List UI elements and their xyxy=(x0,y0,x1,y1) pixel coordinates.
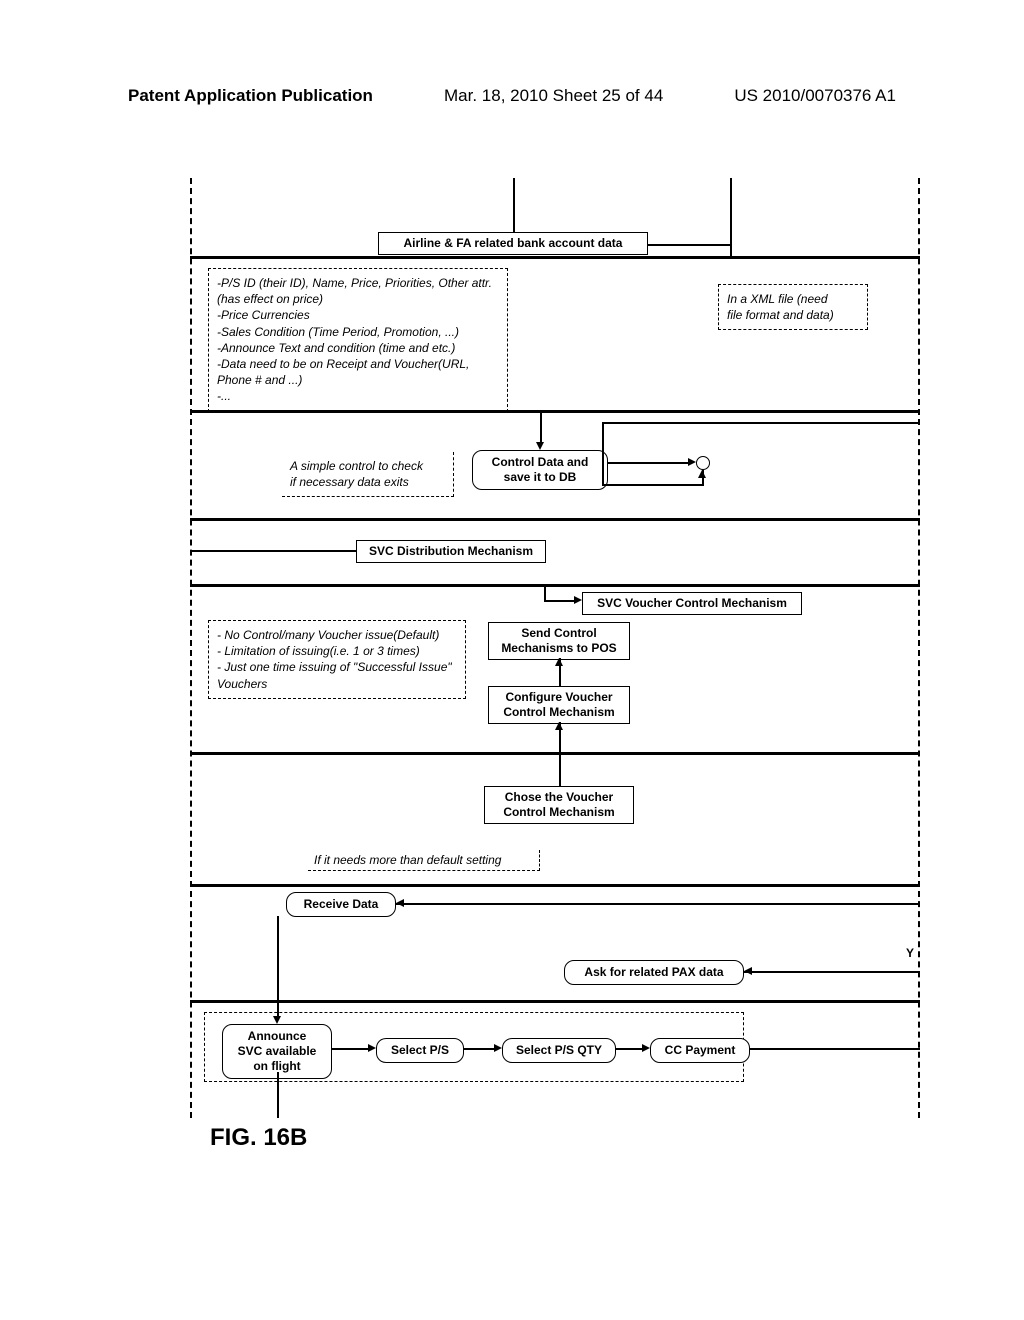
connector xyxy=(744,971,920,973)
connector xyxy=(750,1048,920,1050)
connector xyxy=(190,550,356,552)
voucher-limits-note: - No Control/many Voucher issue(Default)… xyxy=(208,620,466,699)
arrow-right-icon xyxy=(574,596,582,604)
send-control-box: Send Control Mechanisms to POS xyxy=(488,622,630,660)
configure-voucher-box: Configure Voucher Control Mechanism xyxy=(488,686,630,724)
connector xyxy=(608,462,688,464)
connector xyxy=(730,178,732,258)
arrow-right-icon xyxy=(642,1044,650,1052)
note-text: In a XML file (need file format and data… xyxy=(727,291,859,323)
connector xyxy=(277,1072,279,1118)
xml-file-note: In a XML file (need file format and data… xyxy=(718,284,868,330)
ps-attributes-note: -P/S ID (their ID), Name, Price, Priorit… xyxy=(208,268,508,412)
default-setting-note: If it needs more than default setting xyxy=(308,850,540,871)
box-text: Chose the Voucher Control Mechanism xyxy=(503,790,614,819)
arrow-up-icon xyxy=(555,722,563,730)
flow-diagram: Airline & FA related bank account data -… xyxy=(190,178,920,1138)
connector xyxy=(602,484,704,486)
connector xyxy=(616,1048,642,1050)
arrow-right-icon xyxy=(688,458,696,466)
arrow-up-icon xyxy=(698,470,706,478)
svc-distribution-box: SVC Distribution Mechanism xyxy=(356,540,546,563)
junction-circle-icon xyxy=(696,456,710,470)
connector xyxy=(464,1048,494,1050)
connector xyxy=(540,410,542,442)
swimlane-separator xyxy=(190,1000,920,1003)
control-data-box: Control Data and save it to DB xyxy=(472,450,608,490)
header-center: Mar. 18, 2010 Sheet 25 of 44 xyxy=(444,86,663,106)
page-header: Patent Application Publication Mar. 18, … xyxy=(0,86,1024,106)
chose-voucher-box: Chose the Voucher Control Mechanism xyxy=(484,786,634,824)
box-text: Send Control Mechanisms to POS xyxy=(501,626,616,655)
simple-control-note: A simple control to check if necessary d… xyxy=(282,452,454,497)
connector xyxy=(332,1048,368,1050)
arrow-left-icon xyxy=(396,899,404,907)
connector xyxy=(544,586,546,600)
arrow-up-icon xyxy=(555,658,563,666)
note-text: -P/S ID (their ID), Name, Price, Priorit… xyxy=(217,275,499,405)
connector xyxy=(559,754,561,786)
box-text: Control Data and save it to DB xyxy=(492,455,589,484)
connector xyxy=(602,422,604,484)
swimlane-separator xyxy=(190,518,920,521)
arrow-right-icon xyxy=(368,1044,376,1052)
svc-voucher-control-box: SVC Voucher Control Mechanism xyxy=(582,592,802,615)
arrow-down-icon xyxy=(273,1016,281,1024)
swimlane-separator xyxy=(190,256,920,259)
cc-payment-box: CC Payment xyxy=(650,1038,750,1063)
y-label: Y xyxy=(906,946,914,960)
connector xyxy=(396,903,920,905)
select-ps-qty-box: Select P/S QTY xyxy=(502,1038,616,1063)
connector xyxy=(602,422,920,424)
note-text: If it needs more than default setting xyxy=(314,853,501,867)
box-text: Configure Voucher Control Mechanism xyxy=(503,690,614,719)
connector xyxy=(544,600,574,602)
connector xyxy=(277,916,279,1016)
header-left: Patent Application Publication xyxy=(128,86,373,106)
swimlane-separator xyxy=(190,584,920,587)
note-text: - No Control/many Voucher issue(Default)… xyxy=(217,627,457,692)
arrow-right-icon xyxy=(494,1044,502,1052)
left-dashed-guide xyxy=(190,178,192,1118)
ask-pax-data-box: Ask for related PAX data xyxy=(564,960,744,985)
connector xyxy=(648,244,732,246)
right-dashed-guide xyxy=(918,178,920,1118)
header-right: US 2010/0070376 A1 xyxy=(734,86,896,106)
announce-svc-box: Announce SVC available on flight xyxy=(222,1024,332,1079)
swimlane-separator xyxy=(190,884,920,887)
arrow-down-icon xyxy=(536,442,544,450)
arrow-left-icon xyxy=(744,967,752,975)
connector xyxy=(513,178,515,232)
select-ps-box: Select P/S xyxy=(376,1038,464,1063)
note-text: A simple control to check if necessary d… xyxy=(290,458,445,490)
box-text: Announce SVC available on flight xyxy=(238,1029,317,1073)
swimlane-separator xyxy=(190,752,920,755)
figure-label: FIG. 16B xyxy=(210,1124,307,1152)
receive-data-box: Receive Data xyxy=(286,892,396,917)
bank-account-box: Airline & FA related bank account data xyxy=(378,232,648,255)
